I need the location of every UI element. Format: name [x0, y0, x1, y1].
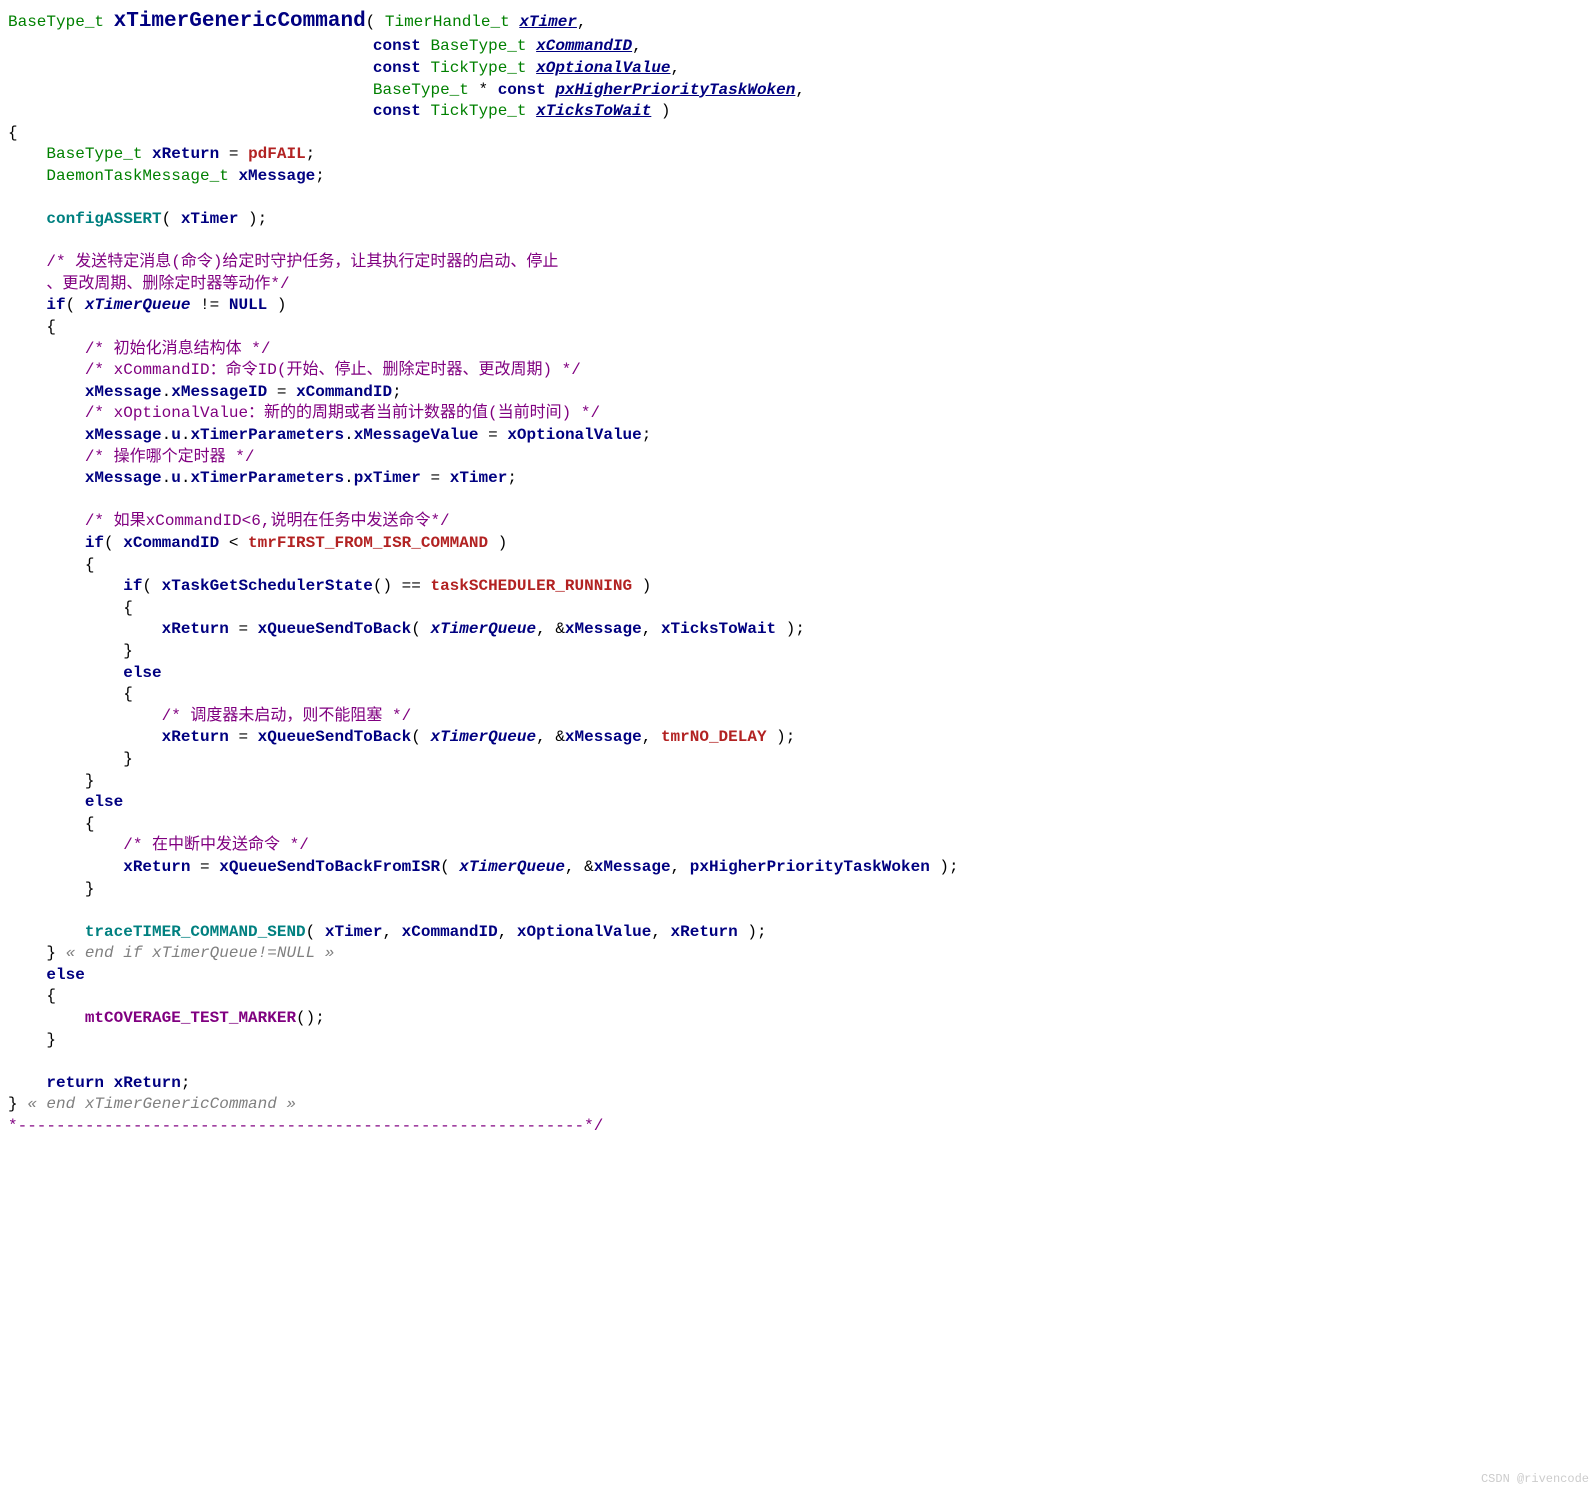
type: TickType_t: [430, 59, 526, 77]
arg: xMessage: [594, 858, 671, 876]
arg: xTimer: [325, 923, 383, 941]
type: BaseType_t: [430, 37, 526, 55]
var: xMessage: [238, 167, 315, 185]
end-hint: « end xTimerGenericCommand »: [27, 1095, 296, 1113]
keyword: else: [123, 664, 161, 682]
type: TickType_t: [430, 102, 526, 120]
rhs: xOptionalValue: [507, 426, 641, 444]
expr: xMessage: [85, 426, 162, 444]
comment: /* xOptionalValue：新的的周期或者当前计数器的值(当前时间) *…: [85, 404, 600, 422]
arg: xReturn: [671, 923, 738, 941]
type: TimerHandle_t: [385, 13, 510, 31]
lhs: xCommandID: [123, 534, 219, 552]
comment: /* 调度器未启动，则不能阻塞 */: [162, 707, 412, 725]
call: xQueueSendToBack: [258, 728, 412, 746]
keyword: const: [373, 102, 421, 120]
comment: /* xCommandID：命令ID(开始、停止、删除定时器、更改周期) */: [85, 361, 581, 379]
arg: pxHigherPriorityTaskWoken: [690, 858, 930, 876]
function-name: xTimerGenericCommand: [114, 10, 366, 33]
arg: xTimerQueue: [430, 728, 536, 746]
lhs: xReturn: [123, 858, 190, 876]
param: pxHigherPriorityTaskWoken: [555, 81, 795, 99]
macro-call: traceTIMER_COMMAND_SEND: [85, 923, 306, 941]
macro-call: configASSERT: [46, 210, 161, 228]
arg: xCommandID: [402, 923, 498, 941]
param: xCommandID: [536, 37, 632, 55]
keyword: return: [46, 1074, 104, 1092]
watermark: CSDN @rivencode: [1481, 1471, 1589, 1487]
arg: xTimerQueue: [430, 620, 536, 638]
keyword: if: [85, 534, 104, 552]
call: xTaskGetSchedulerState: [162, 577, 373, 595]
arg: xTicksToWait: [661, 620, 776, 638]
comment: /* 操作哪个定时器 */: [85, 448, 255, 466]
member: xTimerParameters: [190, 469, 344, 487]
var: xReturn: [114, 1074, 181, 1092]
macro: tmrFIRST_FROM_ISR_COMMAND: [248, 534, 488, 552]
arg: xTimerQueue: [459, 858, 565, 876]
member: xMessageID: [171, 383, 267, 401]
macro: taskSCHEDULER_RUNNING: [430, 577, 632, 595]
keyword: else: [46, 966, 84, 984]
member: xMessageValue: [354, 426, 479, 444]
var: xTimerQueue: [85, 296, 191, 314]
member: pxTimer: [354, 469, 421, 487]
null: NULL: [229, 296, 267, 314]
keyword: if: [123, 577, 142, 595]
type: BaseType_t: [373, 81, 469, 99]
type: BaseType_t: [46, 145, 142, 163]
type: BaseType_t: [8, 13, 104, 31]
call: xQueueSendToBackFromISR: [219, 858, 440, 876]
rhs: xTimer: [450, 469, 508, 487]
lhs: xReturn: [162, 620, 229, 638]
keyword: if: [46, 296, 65, 314]
macro: tmrNO_DELAY: [661, 728, 767, 746]
keyword: const: [498, 81, 546, 99]
comment: /* 在中断中发送命令 */: [123, 836, 309, 854]
expr: xMessage: [85, 469, 162, 487]
divider: *---------------------------------------…: [8, 1117, 603, 1135]
comment: /* 发送特定消息(命令)给定时守护任务，让其执行定时器的启动、停止: [46, 253, 558, 271]
type: DaemonTaskMessage_t: [46, 167, 228, 185]
arg: xMessage: [565, 728, 642, 746]
rhs: xCommandID: [296, 383, 392, 401]
member: u: [171, 426, 181, 444]
macro: pdFAIL: [248, 145, 306, 163]
code-block: BaseType_t xTimerGenericCommand( TimerHa…: [0, 0, 1595, 1232]
lhs: xReturn: [162, 728, 229, 746]
arg: xOptionalValue: [517, 923, 651, 941]
keyword: else: [85, 793, 123, 811]
param: xTimer: [519, 13, 577, 31]
keyword: const: [373, 37, 421, 55]
arg: xTimer: [181, 210, 239, 228]
comment: 、更改周期、删除定时器等动作*/: [46, 275, 289, 293]
member: u: [171, 469, 181, 487]
member: xTimerParameters: [190, 426, 344, 444]
end-hint: « end if xTimerQueue!=NULL »: [66, 944, 335, 962]
keyword: const: [373, 59, 421, 77]
macro-call: mtCOVERAGE_TEST_MARKER: [85, 1009, 296, 1027]
arg: xMessage: [565, 620, 642, 638]
param: xOptionalValue: [536, 59, 670, 77]
param: xTicksToWait: [536, 102, 651, 120]
comment: /* 如果xCommandID<6,说明在任务中发送命令*/: [85, 512, 450, 530]
expr: xMessage: [85, 383, 162, 401]
comment: /* 初始化消息结构体 */: [85, 340, 271, 358]
call: xQueueSendToBack: [258, 620, 412, 638]
var: xReturn: [152, 145, 219, 163]
